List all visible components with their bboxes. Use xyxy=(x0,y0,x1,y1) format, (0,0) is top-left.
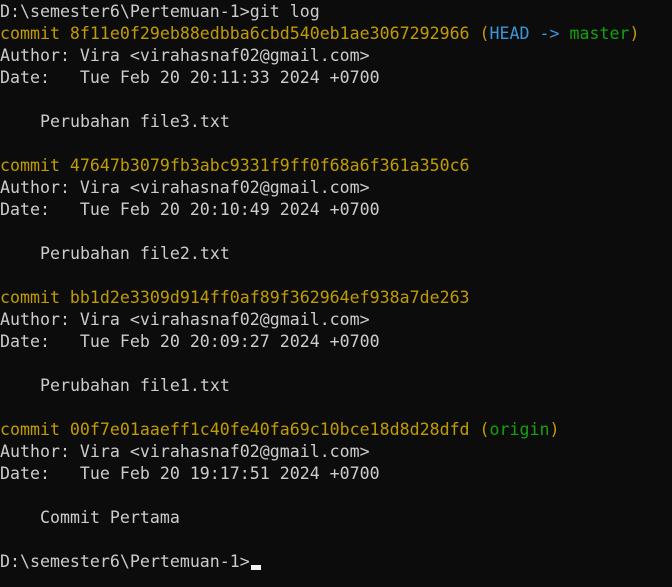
commit-date: Date: Tue Feb 20 20:10:49 2024 +0700 xyxy=(0,200,380,219)
commit-line: commit 47647b3079fb3abc9331f9ff0f68a6f36… xyxy=(0,155,672,177)
commit-hash: commit bb1d2e3309d914ff0af89f362964ef938… xyxy=(0,288,470,307)
terminal-window[interactable]: D:\semester6\Pertemuan-1>git log commit … xyxy=(0,0,672,587)
commit-hash: commit 47647b3079fb3abc9331f9ff0f68a6f36… xyxy=(0,156,470,175)
ref-paren-close: ) xyxy=(549,420,560,439)
commit-author: Author: Vira <virahasnaf02@gmail.com> xyxy=(0,310,370,329)
commit-author: Author: Vira <virahasnaf02@gmail.com> xyxy=(0,46,370,65)
commit-hash: commit 8f11e0f29eb88edbba6cbd540eb1ae306… xyxy=(0,24,470,43)
ref-paren-open: ( xyxy=(479,24,490,43)
commit-date: Date: Tue Feb 20 20:09:27 2024 +0700 xyxy=(0,332,380,351)
commit-author: Author: Vira <virahasnaf02@gmail.com> xyxy=(0,178,370,197)
ref-paren-open: ( xyxy=(479,420,490,439)
branch-ref: origin xyxy=(489,420,550,439)
ref-paren-close: ) xyxy=(629,24,640,43)
commit-date: Date: Tue Feb 20 19:17:51 2024 +0700 xyxy=(0,464,380,483)
commit-author: Author: Vira <virahasnaf02@gmail.com> xyxy=(0,442,370,461)
head-ref: HEAD -> xyxy=(489,24,560,43)
commit-message: Perubahan file2.txt xyxy=(40,244,230,263)
commit-line: commit bb1d2e3309d914ff0af89f362964ef938… xyxy=(0,287,672,309)
prompt-text: D:\semester6\Pertemuan-1> xyxy=(0,552,250,571)
commit-date: Date: Tue Feb 20 20:11:33 2024 +0700 xyxy=(0,68,380,87)
commit-hash: commit 00f7e01aaeff1c40fe40fa69c10bce18d… xyxy=(0,420,470,439)
command-prompt-line: D:\semester6\Pertemuan-1>git log xyxy=(0,2,320,21)
commit-message: Commit Pertama xyxy=(40,508,180,527)
final-prompt-line[interactable]: D:\semester6\Pertemuan-1> xyxy=(0,551,672,573)
branch-ref: master xyxy=(569,24,630,43)
commit-line: commit 8f11e0f29eb88edbba6cbd540eb1ae306… xyxy=(0,23,672,45)
commit-line: commit 00f7e01aaeff1c40fe40fa69c10bce18d… xyxy=(0,419,672,441)
commit-message: Perubahan file3.txt xyxy=(40,112,230,131)
commit-message: Perubahan file1.txt xyxy=(40,376,230,395)
text-cursor xyxy=(250,565,261,570)
